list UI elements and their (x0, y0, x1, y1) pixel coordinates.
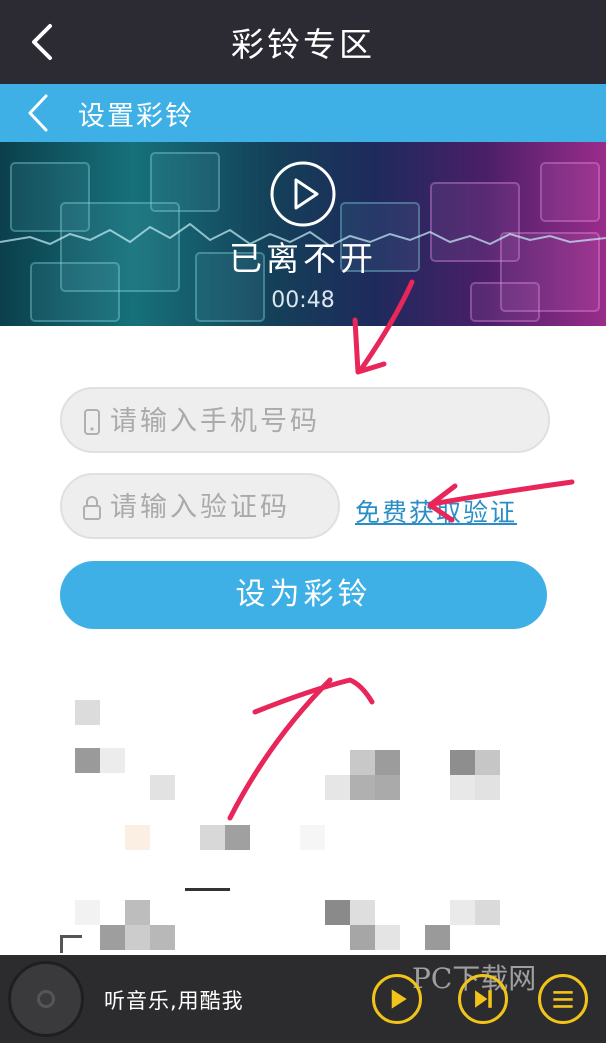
list-icon[interactable] (538, 974, 588, 1024)
get-code-link[interactable]: 免费获取验证 (355, 493, 517, 529)
sub-header-title: 设置彩铃 (78, 101, 194, 132)
phone-field[interactable] (60, 387, 550, 453)
next-icon[interactable] (458, 974, 508, 1024)
verification-code-field[interactable] (60, 473, 340, 539)
play-icon[interactable] (372, 974, 422, 1024)
album-disc-icon[interactable] (8, 961, 84, 1037)
player-slogan: 听音乐,用酷我 (104, 989, 244, 1013)
ringtone-banner: 已离不开 00:48 (0, 142, 606, 326)
mini-player[interactable]: 听音乐,用酷我 PC下载网 (0, 955, 606, 1043)
app-header: 彩铃专区 (0, 0, 606, 84)
page-title: 彩铃专区 (231, 25, 375, 64)
phone-input[interactable] (110, 399, 530, 443)
play-circle-icon[interactable] (269, 160, 337, 228)
verification-code-input[interactable] (110, 485, 325, 529)
set-ringtone-button[interactable]: 设为彩铃 (60, 561, 547, 629)
phone-icon (84, 409, 100, 435)
song-duration: 00:48 (271, 288, 335, 313)
sub-header: 设置彩铃 (0, 84, 606, 142)
lock-icon (83, 496, 101, 520)
song-title: 已离不开 (229, 239, 377, 278)
chevron-left-icon[interactable] (22, 92, 60, 134)
